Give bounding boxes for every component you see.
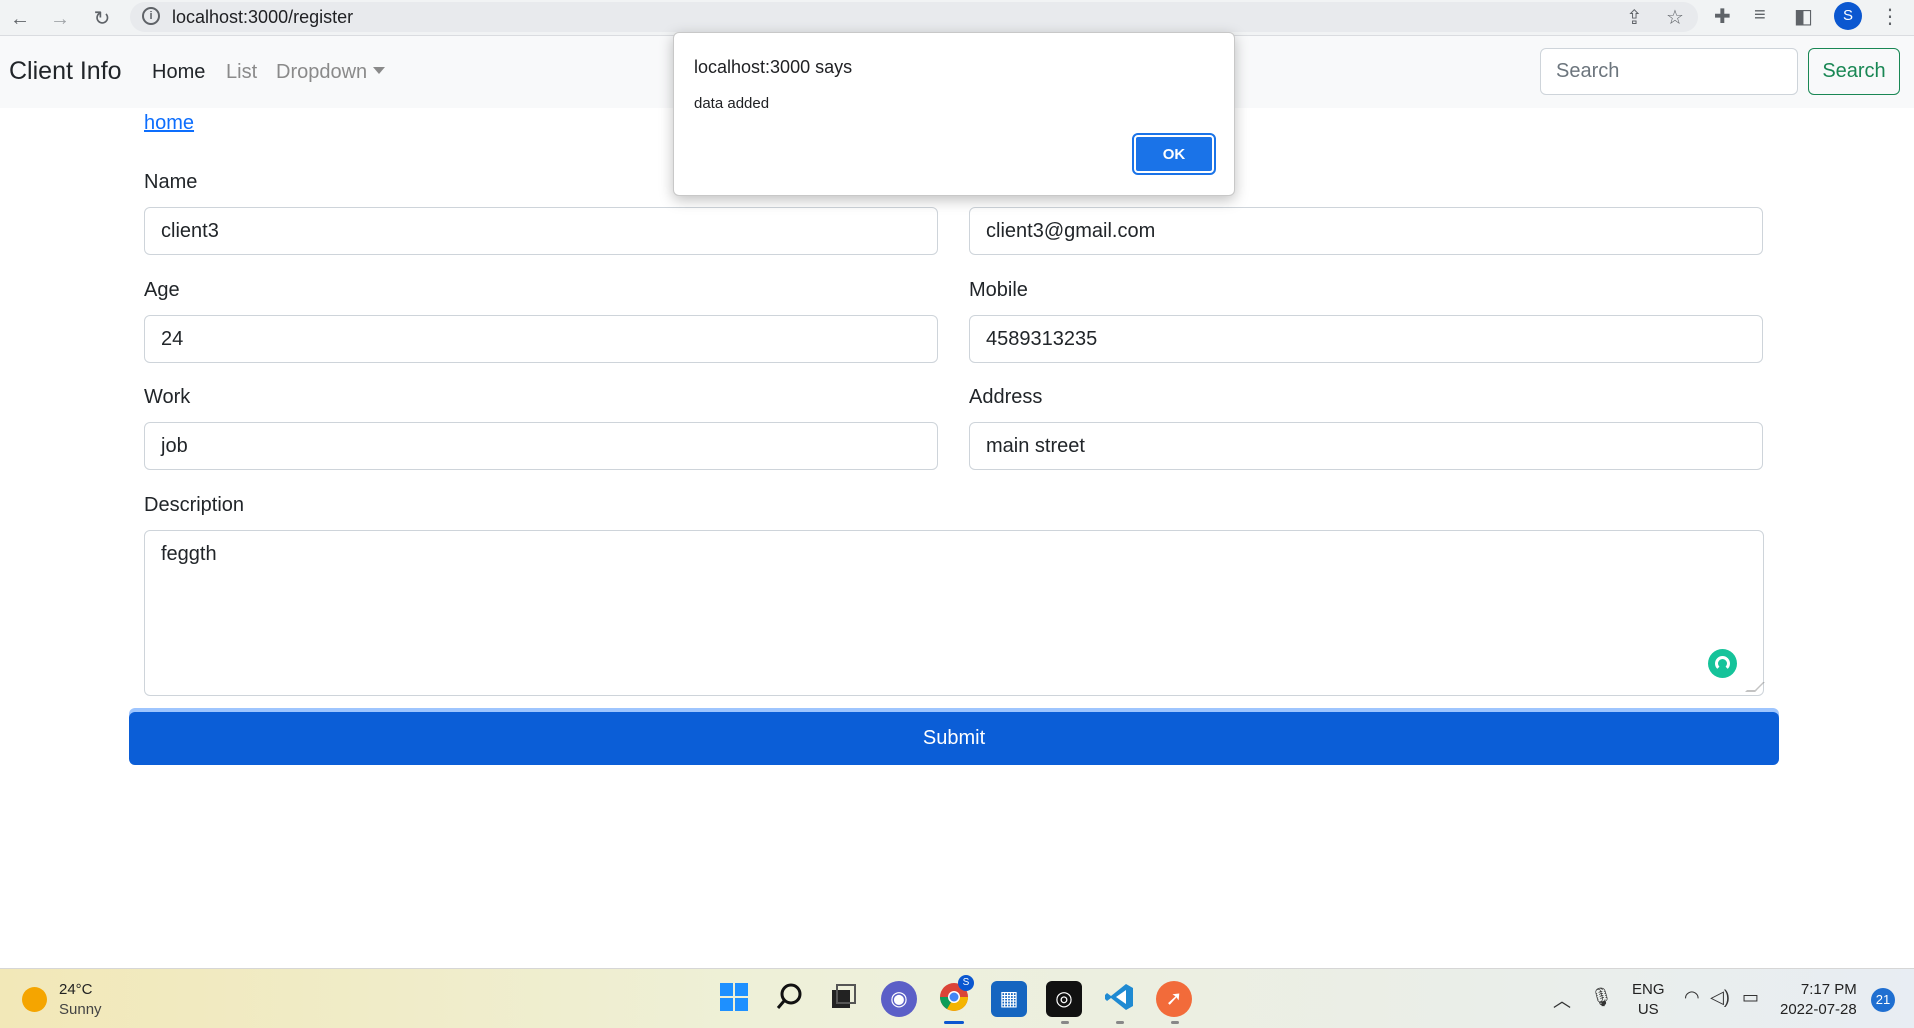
name-field[interactable]: client3 (144, 207, 938, 255)
nav-dropdown-label: Dropdown (276, 61, 368, 83)
browser-toolbar: ← → ↻ i localhost:3000/register ⇪ ☆ ✚ ≡ … (0, 0, 1914, 36)
taskbar: 24°C Sunny ◉ S ▦ ◎ ➚ ︿ 🎙 ENG US ◠ ◁) ▭ 7:… (0, 968, 1914, 1028)
description-textarea[interactable]: feggth (144, 530, 1764, 696)
battery-icon[interactable]: ▭ (1742, 987, 1759, 1008)
vscode-running-indicator (1116, 1021, 1124, 1024)
weather-sun-icon[interactable] (22, 987, 47, 1012)
home-link[interactable]: home (144, 112, 194, 135)
alert-ok-button[interactable]: OK (1132, 133, 1216, 175)
search-input[interactable] (1540, 48, 1798, 95)
forward-arrow-icon[interactable]: → (47, 6, 73, 32)
reload-icon[interactable]: ↻ (89, 6, 115, 32)
task-view-icon[interactable] (826, 981, 862, 1017)
alert-message: data added (694, 95, 770, 112)
back-arrow-icon[interactable]: ← (7, 6, 33, 32)
alert-title: localhost:3000 says (694, 57, 853, 77)
submit-button[interactable]: Submit (129, 712, 1779, 765)
language-code: ENG (1632, 981, 1665, 998)
clock-date: 2022-07-28 (1780, 1001, 1857, 1018)
bookmark-star-icon[interactable]: ☆ (1666, 5, 1684, 30)
site-info-icon[interactable]: i (142, 7, 160, 25)
windows-start-icon[interactable] (716, 981, 752, 1017)
url-text: localhost:3000/register (172, 7, 354, 27)
extensions-puzzle-icon[interactable]: ✚ (1714, 4, 1731, 29)
wifi-icon[interactable]: ◠ (1684, 987, 1700, 1008)
more-menu-icon[interactable]: ⋮ (1880, 4, 1900, 29)
microsoft-store-icon[interactable]: ▦ (991, 981, 1027, 1017)
side-panel-icon[interactable]: ◧ (1794, 4, 1813, 29)
webex-running-indicator (1061, 1021, 1069, 1024)
nav-dropdown[interactable]: Dropdown (276, 61, 386, 84)
email-field[interactable]: client3@gmail.com (969, 207, 1763, 255)
webex-icon[interactable]: ◎ (1046, 981, 1082, 1017)
region-code: US (1637, 1001, 1659, 1018)
nav-link-home[interactable]: Home (152, 61, 205, 84)
work-field[interactable]: job (144, 422, 938, 470)
caret-down-icon (373, 67, 386, 74)
search-button[interactable]: Search (1808, 48, 1900, 95)
alert-dialog: localhost:3000 says data added OK (673, 32, 1235, 196)
language-indicator[interactable]: ENG US (1632, 980, 1665, 1020)
chrome-profile-badge: S (958, 975, 974, 991)
system-clock[interactable]: 7:17 PM 2022-07-28 (1780, 980, 1857, 1020)
address-label: Address (969, 386, 1043, 408)
chrome-icon[interactable]: S (936, 975, 974, 1017)
name-label: Name (144, 171, 198, 193)
share-icon[interactable]: ⇪ (1626, 5, 1643, 30)
microphone-icon[interactable]: 🎙 (1590, 987, 1613, 1008)
media-control-icon[interactable]: ≡ (1754, 4, 1766, 27)
postman-running-indicator (1171, 1021, 1179, 1024)
postman-icon[interactable]: ➚ (1156, 981, 1192, 1017)
teams-chat-icon[interactable]: ◉ (881, 981, 917, 1017)
work-label: Work (144, 386, 191, 408)
grammarly-icon[interactable] (1708, 649, 1737, 678)
description-label: Description (144, 494, 245, 516)
show-hidden-icons-chevron-icon[interactable]: ︿ (1553, 987, 1571, 1013)
volume-icon[interactable]: ◁) (1710, 987, 1730, 1008)
search-icon[interactable] (772, 981, 808, 1017)
chrome-active-indicator (944, 1021, 964, 1024)
mobile-field[interactable]: 4589313235 (969, 315, 1763, 363)
address-bar[interactable]: i localhost:3000/register ⇪ ☆ (130, 2, 1698, 32)
mobile-label: Mobile (969, 279, 1028, 301)
weather-condition[interactable]: Sunny (59, 1001, 102, 1018)
weather-temperature[interactable]: 24°C (59, 981, 93, 998)
nav-link-list[interactable]: List (226, 61, 257, 84)
navbar-brand[interactable]: Client Info (9, 57, 122, 86)
vscode-icon[interactable] (1101, 981, 1137, 1017)
address-field[interactable]: main street (969, 422, 1763, 470)
profile-avatar[interactable]: S (1834, 2, 1862, 30)
age-field[interactable]: 24 (144, 315, 938, 363)
notification-badge[interactable]: 21 (1871, 988, 1895, 1012)
age-label: Age (144, 279, 180, 301)
clock-time: 7:17 PM (1800, 981, 1857, 998)
